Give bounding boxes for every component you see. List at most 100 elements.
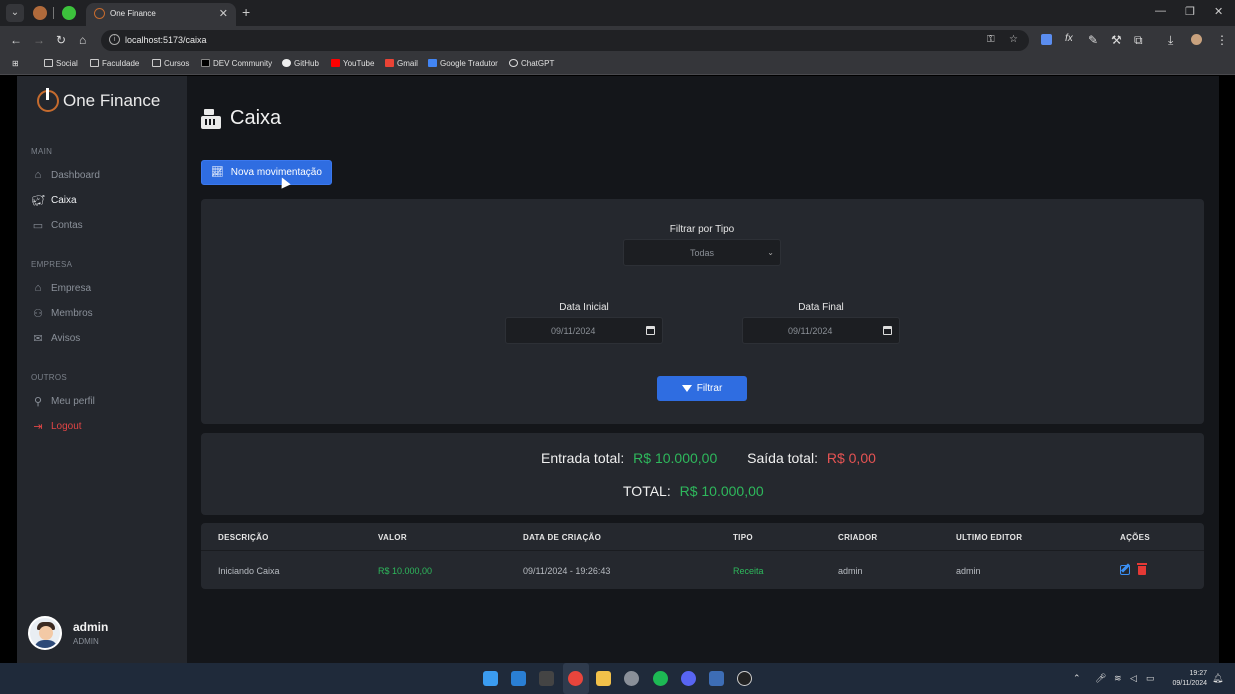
- sidebar-item-empresa[interactable]: ⌂ Empresa: [31, 282, 91, 294]
- bookmark-link[interactable]: DEV Community: [201, 59, 272, 68]
- pinned-tab-icon[interactable]: [62, 6, 76, 20]
- tab-title: One Finance: [110, 9, 156, 18]
- bookmark-label: Cursos: [164, 59, 190, 68]
- bookmark-folder[interactable]: Cursos: [152, 59, 189, 68]
- eyedropper-icon[interactable]: ✎: [1088, 33, 1098, 47]
- start-date-input[interactable]: 09/11/2024: [505, 317, 663, 344]
- settings-icon[interactable]: [624, 671, 639, 686]
- brand[interactable]: One Finance: [37, 88, 160, 114]
- back-icon[interactable]: ←: [10, 33, 22, 47]
- sidebar-item-label: Contas: [51, 219, 83, 231]
- sidebar-item-label: Logout: [51, 420, 82, 432]
- bookmark-label: Gmail: [397, 59, 418, 68]
- calendar-icon[interactable]: [883, 326, 892, 335]
- edit-icon[interactable]: [1120, 565, 1130, 575]
- start-date-label: Data Inicial: [559, 302, 609, 313]
- system-clock[interactable]: 19:27 09/11/2024: [1172, 669, 1207, 689]
- spotify-icon[interactable]: [653, 671, 668, 686]
- type-filter-select[interactable]: Todas ⌄: [623, 239, 781, 266]
- new-movement-button[interactable]: 📈︎ Nova movimentação: [201, 160, 332, 185]
- app-icon[interactable]: [709, 671, 724, 686]
- volume-icon[interactable]: ◁: [1130, 673, 1137, 684]
- start-icon[interactable]: [483, 671, 498, 686]
- column-header[interactable]: DATA DE CRIAÇÃO: [523, 533, 601, 542]
- extension-icon[interactable]: fx: [1065, 33, 1073, 44]
- tab-search-button[interactable]: ⌄: [6, 4, 24, 22]
- bookmark-label: GitHub: [294, 59, 319, 68]
- expense-total-label: Saída total:: [747, 450, 818, 466]
- minimize-icon[interactable]: —: [1155, 5, 1166, 17]
- money-icon: ▭: [32, 219, 44, 232]
- column-header[interactable]: DESCRIÇÃO: [218, 533, 269, 542]
- battery-icon[interactable]: ▭: [1146, 673, 1155, 684]
- user-profile[interactable]: admin ADMIN: [28, 616, 108, 650]
- home-icon: ⌂: [34, 169, 42, 181]
- column-header[interactable]: TIPO: [733, 533, 753, 542]
- key-icon[interactable]: ⚿: [987, 34, 995, 45]
- bookmark-link[interactable]: Gmail: [385, 59, 418, 68]
- income-total: Entrada total: R$ 10.000,00 Saída total:…: [541, 450, 876, 466]
- restore-icon[interactable]: ❐: [1185, 5, 1195, 18]
- cell-valor: R$ 10.000,00: [378, 566, 433, 576]
- extension-icon[interactable]: ⚒: [1111, 33, 1122, 47]
- sidebar-item-contas[interactable]: ▭ Contas: [31, 219, 83, 232]
- bookmark-link[interactable]: ChatGPT: [509, 59, 554, 68]
- sidebar-item-perfil[interactable]: ⚲ Meu perfil: [31, 395, 95, 408]
- folder-icon[interactable]: [596, 671, 611, 686]
- vscode-icon[interactable]: [511, 671, 526, 686]
- income-total-label: Entrada total:: [541, 450, 625, 466]
- profile-icon[interactable]: [1191, 34, 1202, 45]
- star-icon[interactable]: ☆: [1009, 34, 1018, 45]
- site-info-icon[interactable]: i: [109, 34, 120, 45]
- trash-icon[interactable]: [1137, 563, 1147, 575]
- section-label-main: MAIN: [31, 147, 53, 156]
- wifi-icon[interactable]: ≋: [1114, 673, 1122, 684]
- sidebar-item-avisos[interactable]: ✉ Avisos: [31, 332, 80, 345]
- column-header[interactable]: ULTIMO EDITOR: [956, 533, 1022, 542]
- chrome-icon[interactable]: [568, 671, 583, 686]
- menu-icon[interactable]: ⋮: [1216, 33, 1228, 47]
- bookmark-folder[interactable]: Faculdade: [90, 59, 139, 68]
- active-tab[interactable]: One Finance ✕: [86, 3, 236, 26]
- piggy-bank-icon: 🐖︎: [31, 194, 45, 207]
- start-date-value: 09/11/2024: [551, 326, 596, 336]
- calendar-icon[interactable]: [646, 326, 655, 335]
- puzzle-icon[interactable]: ⧉: [1134, 33, 1143, 48]
- translate-icon: [428, 59, 437, 67]
- download-icon[interactable]: ⤓: [1168, 33, 1173, 48]
- bookmark-folder[interactable]: Social: [44, 59, 78, 68]
- home-icon[interactable]: ⌂: [79, 33, 86, 47]
- end-date-input[interactable]: 09/11/2024: [742, 317, 900, 344]
- address-bar[interactable]: i localhost:5173/caixa ⚿ ☆: [101, 30, 1029, 51]
- apps-icon[interactable]: ⊞: [12, 59, 19, 68]
- sidebar-item-logout[interactable]: ⇥ Logout: [31, 420, 82, 433]
- notification-icon[interactable]: 🔔︎: [1212, 673, 1223, 684]
- sidebar-item-label: Meu perfil: [51, 395, 95, 407]
- filter-button[interactable]: Filtrar: [657, 376, 747, 401]
- column-header[interactable]: CRIADOR: [838, 533, 877, 542]
- sidebar-item-label: Dashboard: [51, 169, 100, 181]
- microphone-icon[interactable]: 🎤︎: [1095, 673, 1106, 684]
- new-tab-button[interactable]: +: [242, 4, 250, 20]
- sidebar-item-dashboard[interactable]: ⌂ Dashboard: [31, 169, 100, 181]
- pinned-tab-icon[interactable]: [33, 6, 47, 20]
- chevron-up-icon[interactable]: ⌃: [1073, 673, 1081, 684]
- close-tab-icon[interactable]: ✕: [219, 7, 228, 20]
- extension-icon[interactable]: [1041, 34, 1052, 45]
- forward-icon[interactable]: →: [33, 33, 45, 47]
- gmail-icon: [385, 59, 394, 67]
- bookmark-link[interactable]: YouTube: [331, 59, 374, 68]
- terminal-icon[interactable]: [539, 671, 554, 686]
- column-header[interactable]: VALOR: [378, 533, 407, 542]
- reload-icon[interactable]: ↻: [56, 33, 66, 47]
- column-header[interactable]: AÇÕES: [1120, 533, 1150, 542]
- bookmark-link[interactable]: Google Tradutor: [428, 59, 498, 68]
- discord-icon[interactable]: [681, 671, 696, 686]
- bookmark-link[interactable]: GitHub: [282, 59, 319, 68]
- close-window-icon[interactable]: ✕: [1214, 5, 1223, 18]
- sidebar-item-caixa[interactable]: 🐖︎ Caixa: [31, 194, 77, 207]
- obs-icon[interactable]: [737, 671, 752, 686]
- brand-name: One Finance: [63, 91, 161, 110]
- filter-icon: [681, 385, 692, 392]
- sidebar-item-membros[interactable]: ⚇ Membros: [31, 307, 93, 320]
